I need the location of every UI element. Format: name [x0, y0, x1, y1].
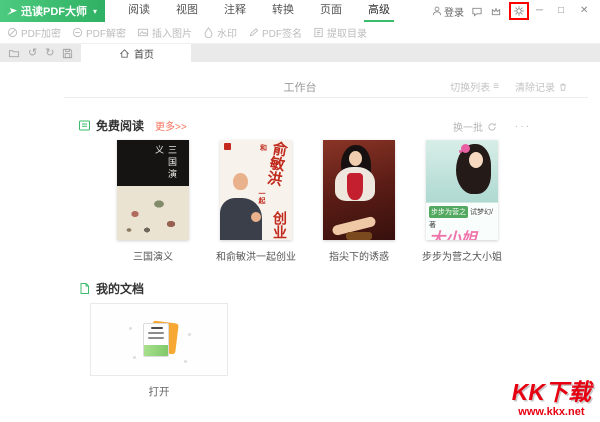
clear-records-button[interactable]: 清除记录 [515, 79, 568, 94]
window-controls: 登录 ─ □ ✕ [425, 0, 600, 22]
clear-records-label: 清除记录 [515, 83, 555, 94]
droplet-icon [203, 27, 214, 38]
tab-home-label: 首页 [133, 49, 154, 61]
book-title[interactable]: 三国演义 [133, 248, 173, 263]
book-title[interactable]: 指尖下的诱惑 [329, 248, 389, 263]
app-title: 迅读PDF大师 [21, 6, 87, 18]
free-reading-title: 免费阅读 [96, 119, 145, 133]
book-cover-zhijian[interactable] [323, 140, 395, 240]
book-title[interactable]: 步步为营之大小姐 [422, 248, 502, 263]
book-cover-yuminhong[interactable]: 和 俞敏洪 一起 创业 [220, 140, 292, 240]
chevron-down-icon: ▾ [93, 6, 98, 16]
message-icon [471, 6, 483, 17]
pdf-sign-button[interactable]: PDF签名 [248, 25, 302, 40]
tab-bar: ↺ ↻ 首页 [0, 44, 600, 62]
watermark-button[interactable]: 水印 [203, 25, 237, 40]
gear-icon[interactable] [513, 5, 525, 17]
vip-button[interactable] [490, 6, 502, 17]
menu-annotate[interactable]: 注释 [211, 0, 259, 22]
book-card[interactable]: 和 俞敏洪 一起 创业 和俞敏洪一起创业 [216, 140, 296, 263]
undo-icon[interactable]: ↺ [28, 47, 37, 59]
book-title[interactable]: 和俞敏洪一起创业 [216, 248, 296, 263]
quick-actions: ↺ ↻ [0, 44, 81, 62]
tab-home[interactable]: 首页 [81, 44, 192, 62]
crown-icon [490, 6, 502, 17]
watermark-brand: KK下载 [511, 379, 591, 405]
menu-page[interactable]: 页面 [307, 0, 355, 22]
menu-view[interactable]: 视图 [163, 0, 211, 22]
close-button[interactable]: ✕ [580, 0, 595, 22]
cover-seal [224, 143, 231, 150]
book-card[interactable]: 指尖下的诱惑 [323, 140, 395, 263]
toc-icon [313, 27, 324, 38]
more-options-icon[interactable]: ··· [515, 121, 531, 132]
minimize-button[interactable]: ─ [536, 0, 551, 22]
open-document-label: 打开 [148, 386, 170, 398]
menu-read[interactable]: 阅读 [115, 0, 163, 22]
switch-list-label: 切换列表 [450, 83, 491, 94]
pen-icon [248, 27, 259, 38]
login-label: 登录 [444, 7, 464, 19]
switch-list-button[interactable]: 切换列表 ≡ [450, 79, 499, 94]
open-document-card[interactable] [90, 303, 228, 376]
pdf-decrypt-button[interactable]: PDF解密 [72, 25, 126, 40]
pdf-encrypt-button[interactable]: PDF加密 [7, 25, 61, 40]
settings-annotation-highlight [509, 2, 529, 20]
menu-advanced[interactable]: 高级 [355, 0, 403, 22]
advanced-toolbar: PDF加密 PDF解密 插入图片 水印 PDF签名 提取目录 [0, 22, 600, 44]
book-shelf: 三国演义 三国演义 和 俞敏洪 一起 创业 和俞敏洪一起创业 指尖下的诱惑 步步… [117, 140, 502, 263]
my-documents-header: 我的文档 [78, 280, 144, 297]
image-icon [137, 27, 149, 38]
document-icon [78, 282, 91, 295]
free-reading-more-link[interactable]: 更多>> [155, 118, 187, 133]
list-icon: ≡ [493, 80, 499, 92]
home-content: 工作台 切换列表 ≡ 清除记录 免费阅读 更多>> 换一批 ··· 三国演义 三… [0, 62, 600, 422]
app-window: 迅读PDF大师 ▾ 阅读 视图 注释 转换 页面 高级 登录 ─ □ ✕ PDF… [0, 0, 600, 422]
open-folder-icon[interactable] [8, 48, 20, 59]
save-icon[interactable] [62, 48, 73, 59]
book-list-icon [78, 119, 91, 132]
maximize-button[interactable]: □ [558, 0, 573, 22]
login-button[interactable]: 登录 [432, 4, 464, 19]
menu-bar: 迅读PDF大师 ▾ 阅读 视图 注释 转换 页面 高级 登录 ─ □ ✕ [0, 0, 600, 22]
cover-vertical-title: 三国演义 [153, 145, 176, 181]
extract-toc-button[interactable]: 提取目录 [313, 25, 367, 40]
book-card[interactable]: 三国演义 三国演义 [117, 140, 189, 263]
main-menu: 阅读 视图 注释 转换 页面 高级 [115, 0, 403, 22]
home-icon [119, 48, 130, 59]
flower-icon [461, 144, 470, 153]
book-cover-sanguo[interactable]: 三国演义 [117, 140, 189, 240]
app-logo-button[interactable]: 迅读PDF大师 ▾ [0, 0, 106, 22]
watermark-url: www.kkx.net [518, 406, 585, 418]
refresh-icon[interactable] [487, 122, 497, 132]
cover-illustration [117, 186, 189, 240]
user-icon [432, 6, 442, 16]
my-documents-title: 我的文档 [96, 282, 145, 296]
menu-convert[interactable]: 转换 [259, 0, 307, 22]
trash-icon [558, 82, 568, 92]
insert-image-button[interactable]: 插入图片 [137, 25, 192, 40]
book-card[interactable]: 步步为营之 试梦幻/著 大小姐 步步为营之大小姐 [422, 140, 502, 263]
open-document-icon [129, 320, 191, 363]
refresh-batch-button[interactable]: 换一批 [453, 119, 483, 134]
workbench-divider [64, 97, 588, 98]
free-reading-header: 免费阅读 更多>> [78, 117, 187, 134]
workbench-links: 切换列表 ≡ 清除记录 [450, 79, 568, 94]
encrypt-icon [7, 27, 18, 38]
feedback-button[interactable] [471, 6, 483, 17]
redo-icon[interactable]: ↻ [45, 47, 54, 59]
decrypt-icon [72, 27, 83, 38]
site-watermark: KK下载 www.kkx.net [512, 381, 591, 418]
book-cover-daxiaojie[interactable]: 步步为营之 试梦幻/著 大小姐 [426, 140, 498, 240]
app-logo-icon [6, 5, 18, 17]
free-reading-actions: 换一批 ··· [453, 119, 531, 134]
